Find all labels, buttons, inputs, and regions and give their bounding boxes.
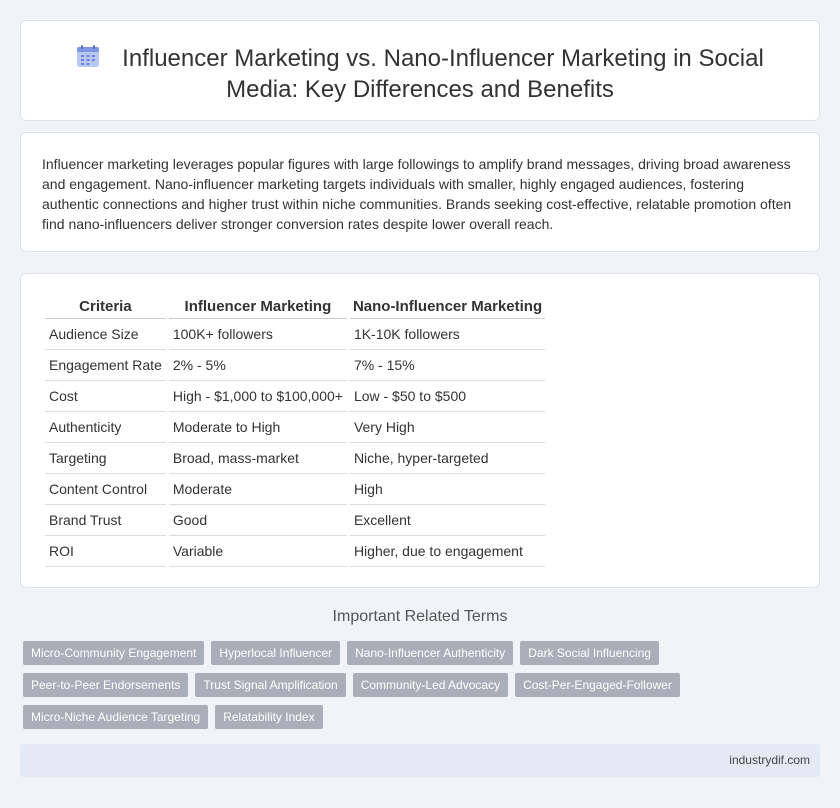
header-nano-influencer: Nano-Influencer Marketing	[349, 295, 546, 319]
table-header-row: Criteria Influencer Marketing Nano-Influ…	[45, 295, 546, 319]
related-terms-list: Micro-Community Engagement Hyperlocal In…	[23, 641, 723, 737]
title-card: Influencer Marketing vs. Nano-Influencer…	[20, 20, 820, 121]
influencer-cell: High - $1,000 to $100,000+	[168, 381, 347, 412]
footer-bar: industrydif.com	[20, 744, 820, 777]
nano-cell: Low - $50 to $500	[349, 381, 546, 412]
table-row: Engagement Rate 2% - 5% 7% - 15%	[45, 350, 546, 381]
term-tag[interactable]: Micro-Niche Audience Targeting	[23, 705, 209, 729]
nano-cell: Very High	[349, 412, 546, 443]
intro-card: Influencer marketing leverages popular f…	[20, 132, 820, 252]
page-title: Influencer Marketing vs. Nano-Influencer…	[21, 43, 819, 105]
nano-cell: Higher, due to engagement	[349, 536, 546, 567]
nano-cell: Excellent	[349, 505, 546, 536]
nano-cell: 1K-10K followers	[349, 319, 546, 350]
influencer-cell: Good	[168, 505, 347, 536]
term-tag[interactable]: Hyperlocal Influencer	[211, 641, 341, 665]
criteria-cell: Audience Size	[45, 319, 166, 350]
criteria-cell: Targeting	[45, 443, 166, 474]
table-row: Audience Size 100K+ followers 1K-10K fol…	[45, 319, 546, 350]
criteria-cell: ROI	[45, 536, 166, 567]
influencer-cell: Moderate	[168, 474, 347, 505]
criteria-cell: Engagement Rate	[45, 350, 166, 381]
criteria-cell: Cost	[45, 381, 166, 412]
footer-site-link[interactable]: industrydif.com	[729, 753, 810, 767]
table-row: Cost High - $1,000 to $100,000+ Low - $5…	[45, 381, 546, 412]
table-row: ROI Variable Higher, due to engagement	[45, 536, 546, 567]
influencer-cell: 100K+ followers	[168, 319, 347, 350]
nano-cell: 7% - 15%	[349, 350, 546, 381]
term-tag[interactable]: Dark Social Influencing	[520, 641, 659, 665]
criteria-cell: Authenticity	[45, 412, 166, 443]
criteria-cell: Content Control	[45, 474, 166, 505]
nano-cell: High	[349, 474, 546, 505]
table-row: Brand Trust Good Excellent	[45, 505, 546, 536]
influencer-cell: 2% - 5%	[168, 350, 347, 381]
term-row: Peer-to-Peer Endorsements Trust Signal A…	[23, 673, 723, 697]
table-row: Targeting Broad, mass-market Niche, hype…	[45, 443, 546, 474]
term-tag[interactable]: Relatability Index	[215, 705, 323, 729]
table-row: Content Control Moderate High	[45, 474, 546, 505]
page-title-text: Influencer Marketing vs. Nano-Influencer…	[122, 45, 764, 103]
table-row: Authenticity Moderate to High Very High	[45, 412, 546, 443]
term-row: Micro-Community Engagement Hyperlocal In…	[23, 641, 723, 665]
influencer-cell: Variable	[168, 536, 347, 567]
comparison-table: Criteria Influencer Marketing Nano-Influ…	[42, 295, 548, 567]
comparison-card: Criteria Influencer Marketing Nano-Influ…	[20, 273, 820, 588]
term-tag[interactable]: Community-Led Advocacy	[352, 673, 509, 697]
term-tag[interactable]: Nano-Influencer Authenticity	[347, 641, 514, 665]
header-criteria: Criteria	[45, 295, 166, 319]
term-tag[interactable]: Micro-Community Engagement	[23, 641, 205, 665]
related-terms-heading: Important Related Terms	[332, 608, 508, 625]
intro-paragraph: Influencer marketing leverages popular f…	[42, 156, 792, 232]
header-influencer: Influencer Marketing	[168, 295, 347, 319]
term-tag[interactable]: Cost-Per-Engaged-Follower	[515, 673, 680, 697]
calendar-icon	[76, 44, 100, 68]
criteria-cell: Brand Trust	[45, 505, 166, 536]
influencer-cell: Moderate to High	[168, 412, 347, 443]
term-tag[interactable]: Peer-to-Peer Endorsements	[23, 673, 189, 697]
nano-cell: Niche, hyper-targeted	[349, 443, 546, 474]
term-tag[interactable]: Trust Signal Amplification	[195, 673, 346, 697]
influencer-cell: Broad, mass-market	[168, 443, 347, 474]
term-row: Micro-Niche Audience Targeting Relatabil…	[23, 705, 723, 729]
